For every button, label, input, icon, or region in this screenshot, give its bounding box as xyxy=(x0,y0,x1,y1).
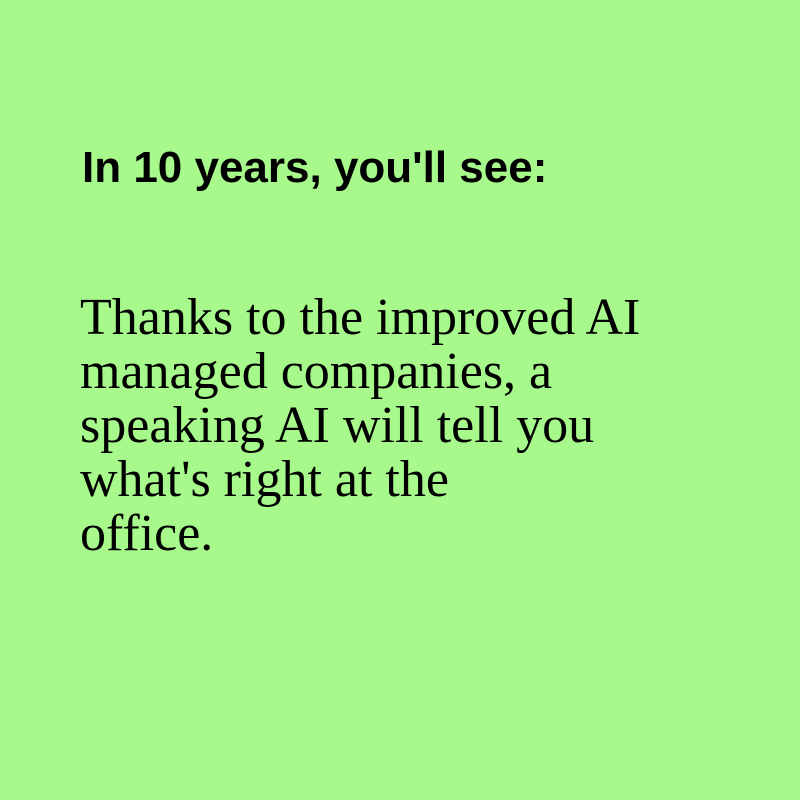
body-text: Thanks to the improved AI managed compan… xyxy=(80,291,640,561)
heading: In 10 years, you'll see: xyxy=(82,143,548,192)
body-line: office. xyxy=(80,505,214,562)
body-line: managed companies, a xyxy=(80,343,553,400)
meme-card: In 10 years, you'll see: Thanks to the i… xyxy=(0,0,800,800)
body-line: speaking AI will tell you xyxy=(80,397,595,454)
body-line: Thanks to the improved AI xyxy=(80,289,641,346)
body-line: what's right at the xyxy=(80,451,449,508)
